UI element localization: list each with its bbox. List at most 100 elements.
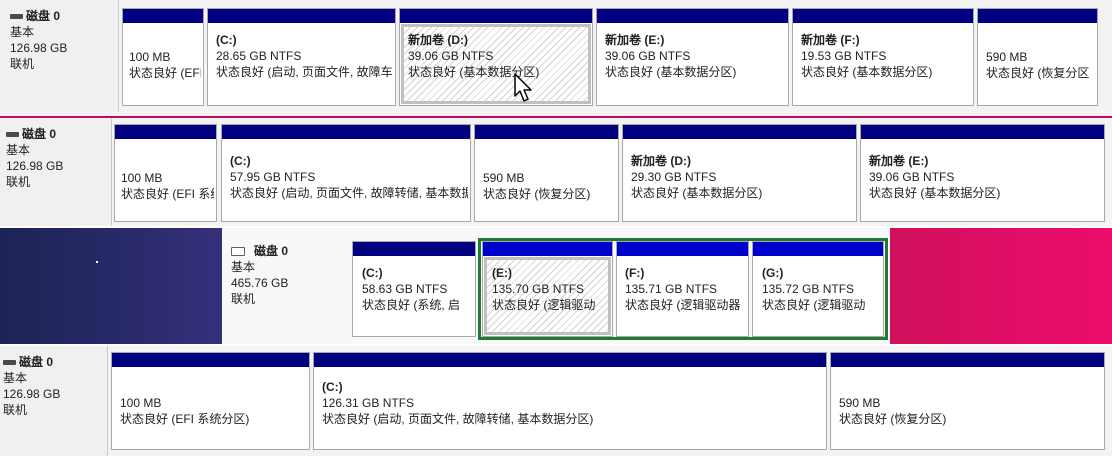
disk-status: 联机 <box>3 403 28 417</box>
partition-name: 新加卷 (E:) <box>869 154 929 168</box>
partition-size: 590 MB <box>839 396 881 410</box>
disk-name: 磁盘 0 <box>22 127 57 141</box>
partition-g[interactable]: (G:) 135.72 GB NTFS 状态良好 (逻辑驱动 <box>752 241 884 337</box>
partition-bar <box>793 9 973 23</box>
partition-d[interactable]: 新加卷 (D:) 39.06 GB NTFS 状态良好 (基本数据分区) <box>399 8 593 106</box>
disk-icon <box>10 14 23 19</box>
partition-c[interactable]: (C:) 58.63 GB NTFS 状态良好 (系统, 启 <box>352 241 476 337</box>
partition-size: 19.53 GB NTFS <box>801 49 887 63</box>
disk-icon <box>3 360 16 365</box>
partition-efi[interactable]: 100 MB 状态良好 (EFI <box>122 8 204 106</box>
partition-status: 状态良好 (启动, 页面文件, 故障车 <box>216 65 393 79</box>
partition-efi[interactable]: 100 MB 状态良好 (EFI 系统 <box>114 124 217 222</box>
partition-name: (C:) <box>230 154 251 168</box>
partition-bar <box>753 242 883 256</box>
partition-status: 状态良好 (系统, 启 <box>362 298 460 312</box>
partition-status: 状态良好 (恢复分区) <box>483 187 591 201</box>
partition-recovery[interactable]: 590 MB 状态良好 (恢复分区 <box>977 8 1098 106</box>
partition-bar <box>475 125 618 139</box>
partition-status: 状态良好 (恢复分区) <box>839 412 947 426</box>
partition-name: 新加卷 (F:) <box>801 33 860 47</box>
partition-size: 100 MB <box>129 50 171 64</box>
partition-status: 状态良好 (基本数据分区) <box>801 65 933 79</box>
partition-size: 57.95 GB NTFS <box>230 170 316 184</box>
partition-bar <box>123 9 203 23</box>
disk-type: 基本 <box>6 143 31 157</box>
partition-c[interactable]: (C:) 126.31 GB NTFS 状态良好 (启动, 页面文件, 故障转储, … <box>313 352 827 450</box>
disk-name: 磁盘 0 <box>254 244 289 258</box>
partition-d[interactable]: 新加卷 (D:) 29.30 GB NTFS 状态良好 (基本数据分区) <box>622 124 857 222</box>
partition-size: 590 MB <box>986 50 1028 64</box>
partition-e[interactable]: 新加卷 (E:) 39.06 GB NTFS 状态良好 (基本数据分区) <box>596 8 789 106</box>
disk-label-2[interactable]: 磁盘 0 基本 126.98 GB 联机 <box>0 118 112 226</box>
partition-status: 状态良好 (EFI 系统分区) <box>120 412 250 426</box>
partition-size: 39.06 GB NTFS <box>869 170 955 184</box>
partition-e[interactable]: (E:) 135.70 GB NTFS 状态良好 (逻辑驱动 <box>482 241 613 337</box>
partition-status: 状态良好 (启动, 页面文件, 故障转储, 基本数据 <box>230 186 468 200</box>
partition-recovery[interactable]: 590 MB 状态良好 (恢复分区) <box>830 352 1105 450</box>
partition-bar <box>314 353 826 367</box>
disk-status: 联机 <box>231 292 256 306</box>
partition-size: 100 MB <box>120 396 162 410</box>
partition-name: (C:) <box>322 380 343 394</box>
partition-c[interactable]: (C:) 57.95 GB NTFS 状态良好 (启动, 页面文件, 故障转储, 基… <box>221 124 471 222</box>
partition-size: 39.06 GB NTFS <box>408 49 494 63</box>
partition-status: 状态良好 (恢复分区 <box>986 66 1090 80</box>
disk-type: 基本 <box>231 260 256 274</box>
partition-bar <box>208 9 395 23</box>
partition-name: 新加卷 (D:) <box>408 33 468 47</box>
disk-label-4[interactable]: 磁盘 0 基本 126.98 GB 联机 <box>0 346 108 456</box>
partition-bar <box>115 125 216 139</box>
partition-bar <box>597 9 788 23</box>
disk-label-3[interactable]: 磁盘 0 基本 465.76 GB 联机 <box>222 228 347 344</box>
partition-bar <box>831 353 1104 367</box>
partition-name: (C:) <box>362 266 383 280</box>
partition-bar <box>978 9 1097 23</box>
partition-size: 28.65 GB NTFS <box>216 49 302 63</box>
partition-status: 状态良好 (EFI <box>129 66 201 80</box>
disk-row-3: 磁盘 0 基本 465.76 GB 联机 (C:) 58.63 GB NTFS 状态… <box>0 228 1112 344</box>
disk-status: 联机 <box>6 175 31 189</box>
disk-row-1: 磁盘 0 基本 126.98 GB 联机 100 MB 状态良好 (EFI (C:… <box>0 0 1112 116</box>
partition-efi[interactable]: 100 MB 状态良好 (EFI 系统分区) <box>111 352 310 450</box>
partition-bar <box>400 9 592 23</box>
partition-size: 135.70 GB NTFS <box>492 282 585 296</box>
partition-status: 状态良好 (基本数据分区) <box>869 186 1001 200</box>
disk-row-2: 磁盘 0 基本 126.98 GB 联机 100 MB 状态良好 (EFI 系统 … <box>0 118 1112 226</box>
disk-name: 磁盘 0 <box>26 9 61 23</box>
disk-label-1[interactable]: 磁盘 0 基本 126.98 GB 联机 <box>0 0 119 112</box>
wallpaper-star <box>96 261 98 263</box>
partition-bar <box>861 125 1104 139</box>
partition-size: 39.06 GB NTFS <box>605 49 691 63</box>
partition-name: (G:) <box>762 266 784 280</box>
partition-status: 状态良好 (逻辑驱动 <box>762 298 866 312</box>
partition-name: (E:) <box>492 266 512 280</box>
disk-icon <box>6 132 19 137</box>
partition-size: 29.30 GB NTFS <box>631 170 717 184</box>
partition-bar <box>617 242 748 256</box>
partition-recovery[interactable]: 590 MB 状态良好 (恢复分区) <box>474 124 619 222</box>
disk-size: 465.76 GB <box>231 276 289 290</box>
partition-name: 新加卷 (D:) <box>631 154 691 168</box>
mouse-cursor-icon <box>514 73 532 102</box>
partition-f[interactable]: 新加卷 (F:) 19.53 GB NTFS 状态良好 (基本数据分区) <box>792 8 974 106</box>
partition-f[interactable]: (F:) 135.71 GB NTFS 状态良好 (逻辑驱动器 <box>616 241 749 337</box>
desktop-wallpaper-right <box>890 228 1112 344</box>
disk-icon <box>231 247 245 256</box>
disk-size: 126.98 GB <box>10 41 68 55</box>
partition-status: 状态良好 (基本数据分区) <box>408 65 540 79</box>
partition-status: 状态良好 (启动, 页面文件, 故障转储, 基本数据分区) <box>322 412 594 426</box>
partition-status: 状态良好 (逻辑驱动器 <box>625 298 741 312</box>
partition-c[interactable]: (C:) 28.65 GB NTFS 状态良好 (启动, 页面文件, 故障车 <box>207 8 396 106</box>
partition-bar <box>353 242 475 256</box>
partition-size: 126.31 GB NTFS <box>322 396 415 410</box>
partition-e[interactable]: 新加卷 (E:) 39.06 GB NTFS 状态良好 (基本数据分区) <box>860 124 1105 222</box>
partition-bar <box>112 353 309 367</box>
disk-status: 联机 <box>10 57 35 71</box>
partition-name: (C:) <box>216 33 237 47</box>
partition-name: 新加卷 (E:) <box>605 33 665 47</box>
partition-bar <box>623 125 856 139</box>
partition-status: 状态良好 (EFI 系统 <box>121 187 214 201</box>
partition-size: 135.72 GB NTFS <box>762 282 855 296</box>
disk-size: 126.98 GB <box>3 387 61 401</box>
